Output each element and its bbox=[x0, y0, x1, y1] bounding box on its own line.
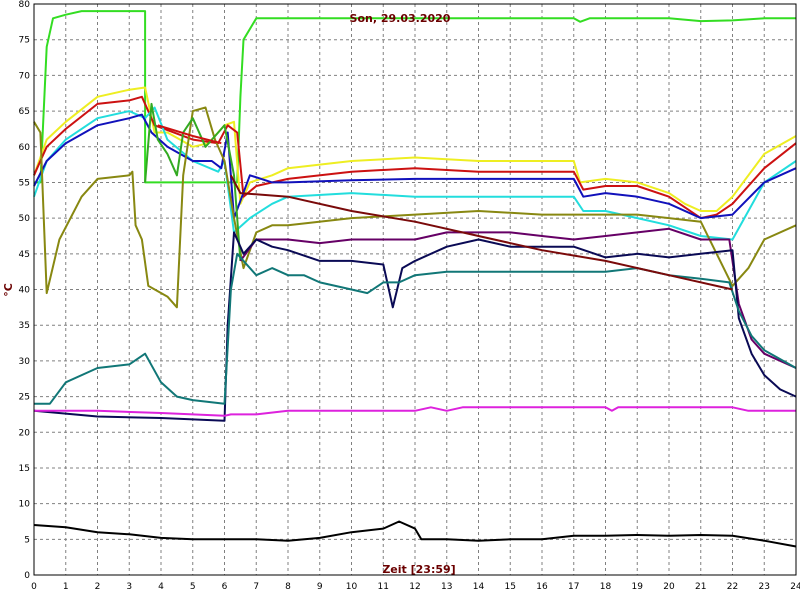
x-tick-label: 9 bbox=[317, 582, 323, 592]
x-axis-label: Zeit [23:59] bbox=[382, 563, 455, 576]
x-tick-label: 1 bbox=[63, 582, 69, 592]
chart-title: Son, 29.03.2020 bbox=[350, 12, 451, 25]
y-tick-label: 65 bbox=[19, 107, 30, 117]
y-tick-label: 75 bbox=[19, 36, 30, 46]
x-tick-label: 13 bbox=[441, 582, 452, 592]
x-tick-label: 24 bbox=[790, 582, 800, 592]
x-tick-label: 7 bbox=[253, 582, 259, 592]
y-tick-label: 80 bbox=[19, 0, 31, 10]
y-tick-label: 50 bbox=[19, 214, 31, 224]
y-tick-label: 30 bbox=[19, 357, 31, 367]
x-tick-label: 3 bbox=[126, 582, 132, 592]
x-tick-label: 21 bbox=[695, 582, 706, 592]
x-tick-label: 6 bbox=[222, 582, 228, 592]
x-tick-label: 15 bbox=[505, 582, 516, 592]
y-tick-label: 25 bbox=[19, 393, 30, 403]
x-tick-label: 11 bbox=[378, 582, 389, 592]
y-tick-label: 35 bbox=[19, 321, 30, 331]
y-axis-label: °C bbox=[2, 283, 15, 297]
y-tick-label: 70 bbox=[19, 71, 31, 81]
x-tick-label: 22 bbox=[727, 582, 738, 592]
y-tick-label: 40 bbox=[19, 286, 31, 296]
x-tick-label: 20 bbox=[663, 582, 675, 592]
y-tick-label: 60 bbox=[19, 143, 31, 153]
x-tick-label: 10 bbox=[346, 582, 358, 592]
y-tick-label: 5 bbox=[24, 535, 30, 545]
x-tick-label: 17 bbox=[568, 582, 579, 592]
x-tick-label: 2 bbox=[95, 582, 101, 592]
y-tick-label: 55 bbox=[19, 178, 30, 188]
line-chart: 0 1 2 3 4 5 6 7 8 9 10 11 12 13 14 15 16 17 18 19 20 21 22 23 24… bbox=[2, 0, 800, 592]
y-tick-label: 0 bbox=[24, 571, 30, 581]
y-tick-label: 10 bbox=[19, 500, 31, 510]
x-tick-label: 8 bbox=[285, 582, 291, 592]
x-tick-label: 12 bbox=[409, 582, 420, 592]
x-tick-label: 18 bbox=[600, 582, 612, 592]
x-tick-label: 23 bbox=[759, 582, 770, 592]
x-tick-label: 0 bbox=[31, 582, 37, 592]
y-tick-labels: 0 5 10 15 20 25 30 35 40 45 50 55 60 65 70 75 80 bbox=[19, 0, 31, 581]
y-tick-label: 20 bbox=[19, 428, 31, 438]
y-tick-label: 15 bbox=[19, 464, 30, 474]
x-tick-label: 4 bbox=[158, 582, 164, 592]
x-tick-label: 5 bbox=[190, 582, 196, 592]
y-tick-label: 45 bbox=[19, 250, 30, 260]
x-tick-label: 16 bbox=[536, 582, 548, 592]
x-tick-label: 14 bbox=[473, 582, 485, 592]
x-tick-labels: 0 1 2 3 4 5 6 7 8 9 10 11 12 13 14 15 16 17 18 19 20 21 22 23 24 bbox=[31, 582, 800, 592]
x-tick-label: 19 bbox=[632, 582, 644, 592]
